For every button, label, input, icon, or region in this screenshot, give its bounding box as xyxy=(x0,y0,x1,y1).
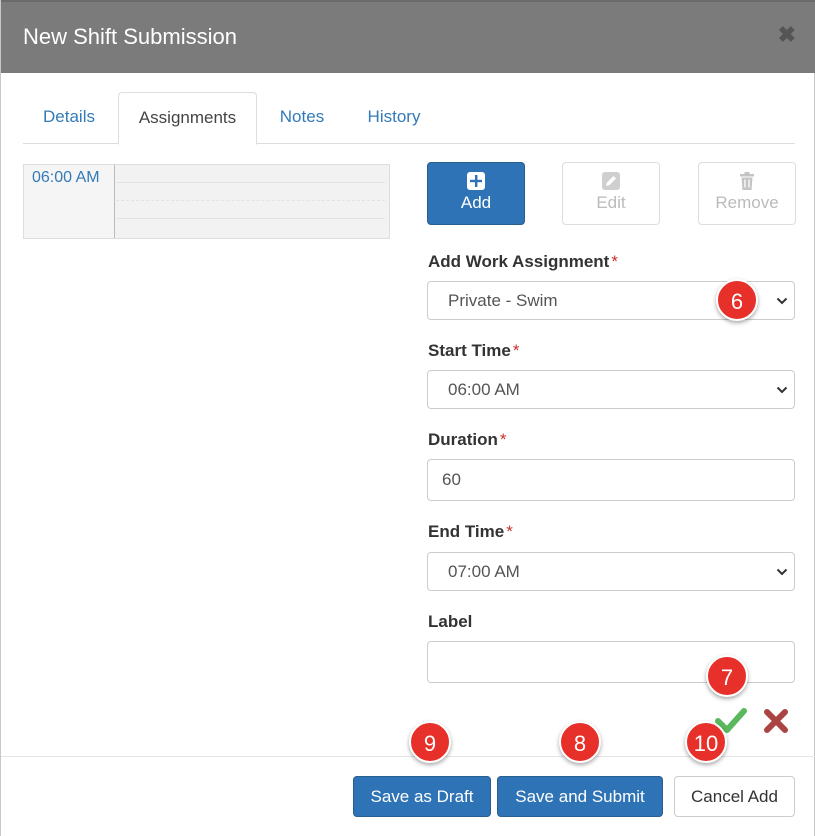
start-time-label: Start Time * xyxy=(428,341,519,361)
tab-bar: Details Assignments Notes History xyxy=(23,92,795,145)
callout-marker-8: 8 xyxy=(559,721,601,763)
end-time-select[interactable]: 07:00 AM xyxy=(427,552,795,591)
close-icon[interactable] xyxy=(763,708,789,734)
add-assignment-button[interactable]: Add xyxy=(427,162,525,225)
edit-assignment-button[interactable]: Edit xyxy=(562,162,660,225)
label-field-label: Label xyxy=(428,612,473,631)
callout-marker-7: 7 xyxy=(706,655,748,697)
shift-submission-dialog: New Shift Submission ✖ Details Assignmen… xyxy=(0,0,815,836)
plus-square-icon xyxy=(467,172,485,190)
cancel-add-button[interactable]: Cancel Add xyxy=(674,776,795,817)
remove-button-label: Remove xyxy=(715,193,779,212)
assignment-calendar[interactable]: 06:00 AM xyxy=(23,164,390,239)
save-as-draft-button[interactable]: Save as Draft xyxy=(353,776,491,817)
tab-notes[interactable]: Notes xyxy=(263,92,341,144)
work-assignment-label-text: Add Work Assignment xyxy=(428,252,610,271)
trash-icon xyxy=(740,172,754,190)
chevron-down-icon xyxy=(776,568,788,576)
work-assignment-value: Private - Swim xyxy=(448,291,558,310)
end-time-label: End Time * xyxy=(428,522,513,542)
pencil-square-icon xyxy=(602,172,620,190)
add-button-label: Add xyxy=(460,193,492,212)
calendar-gridline xyxy=(116,182,385,183)
duration-label-text: Duration xyxy=(428,430,498,449)
required-marker: * xyxy=(499,430,507,449)
end-time-label-text: End Time xyxy=(428,522,505,541)
calendar-gridline xyxy=(116,218,385,219)
remove-assignment-button[interactable]: Remove xyxy=(698,162,796,225)
callout-marker-10: 10 xyxy=(685,721,727,763)
tab-assignments[interactable]: Assignments xyxy=(118,92,257,145)
required-marker: * xyxy=(611,252,618,271)
start-time-value: 06:00 AM xyxy=(448,380,520,399)
dialog-header: New Shift Submission ✖ xyxy=(1,0,815,73)
tab-history[interactable]: History xyxy=(349,92,439,144)
tab-details[interactable]: Details xyxy=(23,92,115,144)
chevron-down-icon xyxy=(776,297,788,305)
duration-label: Duration * xyxy=(428,430,507,450)
start-time-label-text: Start Time xyxy=(428,341,511,360)
work-assignment-label: Add Work Assignment * xyxy=(428,252,618,272)
save-and-submit-button[interactable]: Save and Submit xyxy=(497,776,663,817)
edit-button-label: Edit xyxy=(596,193,626,212)
required-marker: * xyxy=(506,522,513,541)
start-time-select[interactable]: 06:00 AM xyxy=(427,370,795,409)
callout-marker-6: 6 xyxy=(716,279,758,321)
close-icon[interactable]: ✖ xyxy=(778,24,796,46)
chevron-down-icon xyxy=(776,386,788,394)
callout-marker-9: 9 xyxy=(409,721,451,763)
end-time-value: 07:00 AM xyxy=(448,562,520,581)
calendar-time-label: 06:00 AM xyxy=(24,165,115,238)
duration-input[interactable]: 60 xyxy=(427,459,795,501)
calendar-gridline xyxy=(116,200,385,201)
dialog-title: New Shift Submission xyxy=(23,24,237,49)
required-marker: * xyxy=(512,341,520,360)
